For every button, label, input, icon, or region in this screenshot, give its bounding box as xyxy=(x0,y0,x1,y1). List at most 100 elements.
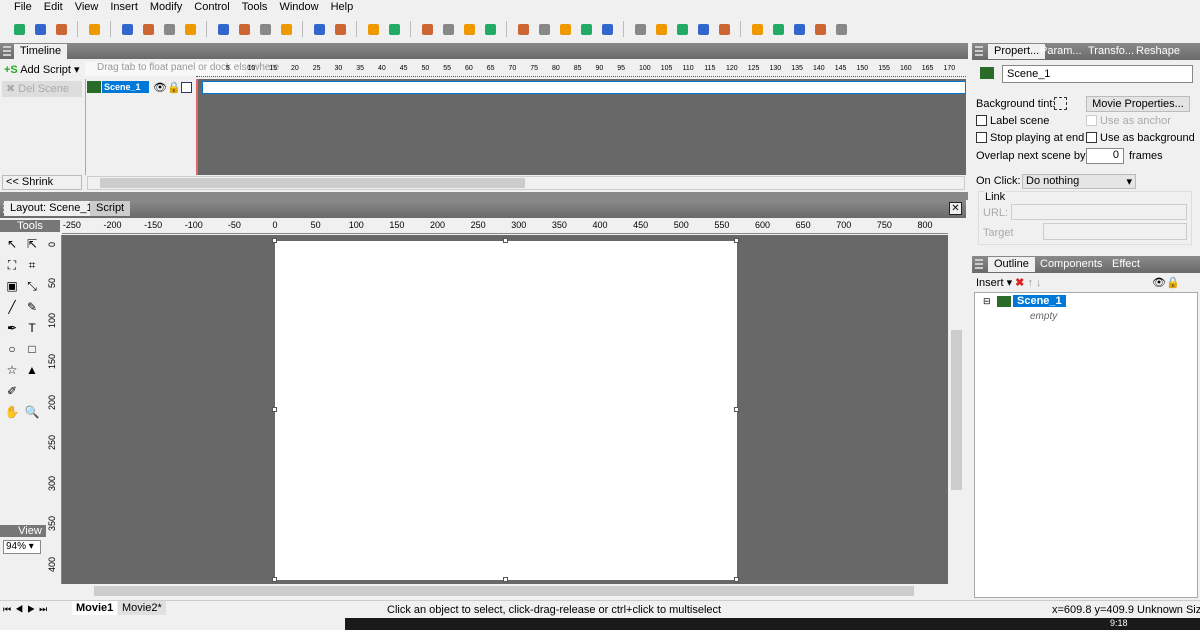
outline-view-icons[interactable]: 👁🔒 xyxy=(1152,276,1180,289)
first-frame-icon[interactable] xyxy=(514,20,532,38)
bg-tint-swatch[interactable] xyxy=(1054,97,1067,110)
subselect-icon[interactable]: ⇱ xyxy=(24,236,40,252)
tab-movie1[interactable]: Movie1 xyxy=(72,601,118,615)
image-icon[interactable]: ▣ xyxy=(4,278,20,294)
menu-tools[interactable]: Tools xyxy=(236,0,274,16)
play-scene-icon[interactable] xyxy=(460,20,478,38)
copy-icon[interactable] xyxy=(139,20,157,38)
canvas-hscrollbar[interactable] xyxy=(62,584,948,598)
stage-resize-handle[interactable] xyxy=(734,238,739,243)
tab-timeline[interactable]: Timeline xyxy=(14,44,68,59)
outline-scene-item[interactable]: Scene_1 xyxy=(1013,295,1066,307)
forward-icon[interactable] xyxy=(577,20,595,38)
tab-layout[interactable]: Layout: Scene_1 xyxy=(4,201,99,216)
tab-reshape[interactable]: Reshape xyxy=(1136,45,1180,57)
outline-toggle-icon[interactable] xyxy=(180,81,192,93)
rewind-icon[interactable] xyxy=(535,20,553,38)
effect5-icon[interactable] xyxy=(832,20,850,38)
help-icon[interactable] xyxy=(364,20,382,38)
undo-icon[interactable] xyxy=(310,20,328,38)
stage[interactable] xyxy=(275,241,737,580)
stage-resize-handle[interactable] xyxy=(734,577,739,582)
delete-icon[interactable] xyxy=(181,20,199,38)
text-icon[interactable]: T xyxy=(24,320,40,336)
shape-icon[interactable]: ▲ xyxy=(24,362,40,378)
stage-resize-handle[interactable] xyxy=(503,577,508,582)
morph-icon[interactable]: ⤡ xyxy=(24,278,40,294)
zoom-icon[interactable]: 🔍 xyxy=(24,404,40,420)
new-icon[interactable] xyxy=(10,20,28,38)
tab-transform[interactable]: Transfo... xyxy=(1088,45,1134,57)
play-icon[interactable] xyxy=(439,20,457,38)
add-effect-icon[interactable] xyxy=(694,20,712,38)
line-icon[interactable]: ╱ xyxy=(4,299,20,315)
splitter[interactable] xyxy=(0,192,968,200)
onclick-select[interactable]: Do nothing ▾ xyxy=(1022,174,1136,189)
pen-icon[interactable]: ✒ xyxy=(4,320,20,336)
scroll-thumb[interactable] xyxy=(951,330,962,490)
menu-help[interactable]: Help xyxy=(325,0,360,16)
tab-effect[interactable]: Effect xyxy=(1112,258,1140,270)
zoom-select[interactable]: 94% ▾ xyxy=(3,540,41,554)
tab-properties[interactable]: Propert... xyxy=(988,44,1046,59)
bring-forward-icon[interactable] xyxy=(214,20,232,38)
tab-script[interactable]: Script xyxy=(90,201,131,216)
canvas-vscrollbar[interactable] xyxy=(948,235,965,584)
step-icon[interactable] xyxy=(556,20,574,38)
scroll-thumb[interactable] xyxy=(94,586,914,596)
menu-file[interactable]: File xyxy=(8,0,38,16)
collapse-icon[interactable]: ⊟ xyxy=(983,296,991,307)
use-bg-checkbox[interactable]: Use as background xyxy=(1086,132,1195,144)
taskbar-search[interactable] xyxy=(0,618,345,630)
eye-icon[interactable]: 👁 xyxy=(153,81,167,94)
save-icon[interactable] xyxy=(52,20,70,38)
menu-window[interactable]: Window xyxy=(273,0,324,16)
publish-icon[interactable] xyxy=(85,20,103,38)
context-help-icon[interactable] xyxy=(385,20,403,38)
target-select[interactable] xyxy=(1043,223,1187,240)
tab-movie2[interactable]: Movie2* xyxy=(118,601,166,615)
frame-area[interactable] xyxy=(196,79,966,175)
stop-end-checkbox[interactable]: Stop playing at end xyxy=(976,132,1084,144)
timeline-hscrollbar[interactable] xyxy=(87,176,965,190)
tab-outline[interactable]: Outline xyxy=(988,257,1035,272)
arrow-icon[interactable]: ↖ xyxy=(4,236,20,252)
cut-icon[interactable] xyxy=(118,20,136,38)
menu-control[interactable]: Control xyxy=(188,0,235,16)
scroll-thumb[interactable] xyxy=(100,178,525,188)
tab-components[interactable]: Components xyxy=(1040,258,1102,270)
play-effect-icon[interactable] xyxy=(481,20,499,38)
menu-edit[interactable]: Edit xyxy=(38,0,69,16)
lock-icon[interactable]: 🔒 xyxy=(167,81,181,94)
send-backward-icon[interactable] xyxy=(235,20,253,38)
open-icon[interactable] xyxy=(31,20,49,38)
pencil-icon[interactable]: ✎ xyxy=(24,299,40,315)
scene-row[interactable]: Scene_1 👁 🔒 xyxy=(86,79,195,95)
effect4-icon[interactable] xyxy=(811,20,829,38)
move-up-icon[interactable]: ↑ xyxy=(1027,277,1033,289)
move-down-icon[interactable]: ↓ xyxy=(1036,277,1042,289)
reshape-icon[interactable]: ⌗ xyxy=(24,257,40,273)
add-sound-icon[interactable] xyxy=(715,20,733,38)
redo-icon[interactable] xyxy=(331,20,349,38)
tab-parameters[interactable]: Param... xyxy=(1040,45,1082,57)
effect1-icon[interactable] xyxy=(748,20,766,38)
last-frame-icon[interactable] xyxy=(598,20,616,38)
add-script-button[interactable]: +S Add Script ▾ xyxy=(2,61,82,79)
stage-resize-handle[interactable] xyxy=(734,407,739,412)
insert-menu[interactable]: Insert ▾ ✖ ↑ ↓ xyxy=(976,276,1042,289)
movie-properties-button[interactable]: Movie Properties... xyxy=(1086,96,1190,112)
send-back-icon[interactable] xyxy=(277,20,295,38)
paste-icon[interactable] xyxy=(160,20,178,38)
use-anchor-checkbox[interactable]: Use as anchor xyxy=(1086,115,1171,127)
del-scene-button[interactable]: ✖ Del Scene xyxy=(2,81,82,97)
star-icon[interactable]: ☆ xyxy=(4,362,20,378)
stage-resize-handle[interactable] xyxy=(503,238,508,243)
menu-insert[interactable]: Insert xyxy=(104,0,144,16)
add-scene-icon[interactable] xyxy=(631,20,649,38)
shrink-button[interactable]: << Shrink xyxy=(2,175,82,190)
add-movie-icon[interactable] xyxy=(652,20,670,38)
stop-icon[interactable] xyxy=(418,20,436,38)
label-scene-checkbox[interactable]: Label scene xyxy=(976,115,1049,127)
playhead[interactable] xyxy=(196,79,198,175)
